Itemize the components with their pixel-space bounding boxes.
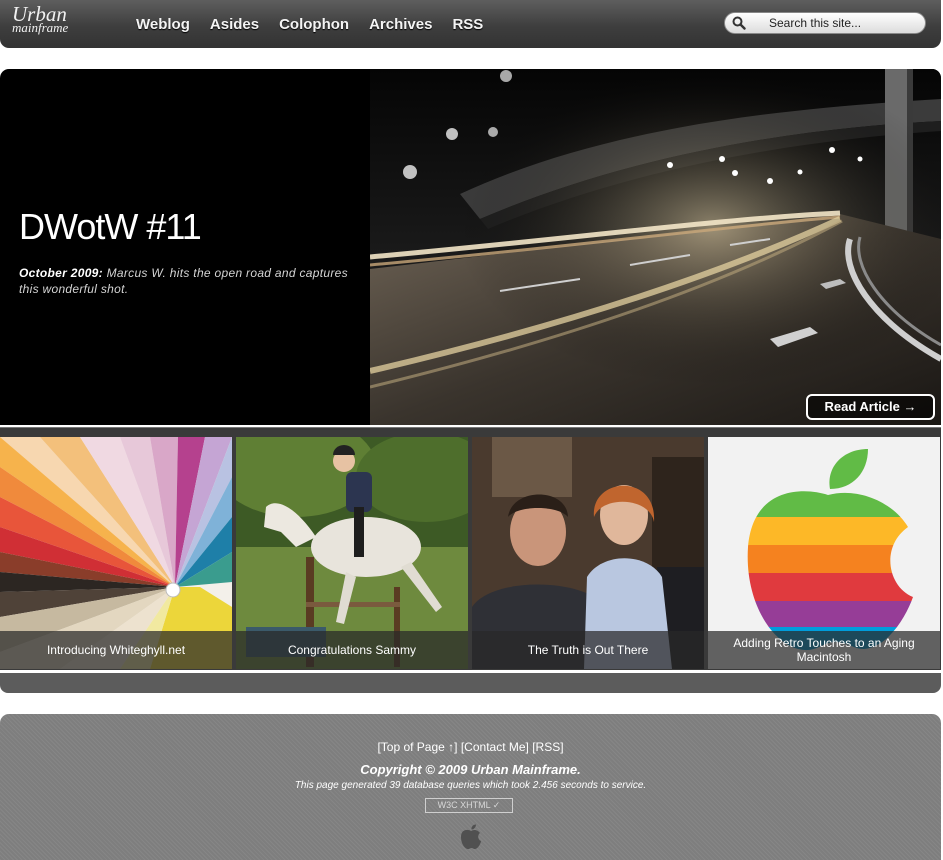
article-title[interactable]: Congratulations Sammy [236, 631, 468, 669]
w3c-xhtml-badge[interactable]: W3C XHTML ✓ [425, 798, 513, 813]
top-of-page-link[interactable]: [Top of Page ↑] [377, 740, 457, 754]
featured-article: DWotW #11 October 2009: Marcus W. hits t… [0, 69, 941, 425]
site-header: Urban mainframe Weblog Asides Colophon A… [0, 0, 941, 48]
logo-line-2: mainframe [12, 20, 69, 35]
copyright: Copyright © 2009 Urban Mainframe. [360, 762, 581, 777]
article-title[interactable]: Introducing Whiteghyll.net [0, 631, 232, 669]
site-logo[interactable]: Urban mainframe [12, 4, 69, 35]
generation-stats: This page generated 39 database queries … [294, 780, 647, 791]
search-input[interactable] [769, 15, 919, 31]
featured-date: October 2009: [19, 266, 103, 280]
article-thumb-3[interactable]: The Truth is Out There [472, 437, 704, 669]
article-thumb-2[interactable]: Congratulations Sammy [236, 437, 468, 669]
recent-articles: Introducing Whiteghyll.net Congratulatio… [0, 436, 941, 670]
article-thumb-1[interactable]: Introducing Whiteghyll.net [0, 437, 232, 669]
featured-caption: October 2009: Marcus W. hits the open ro… [19, 265, 349, 297]
search-icon[interactable] [732, 16, 746, 30]
article-thumb-4[interactable]: Adding Retro Touches to an Aging Macinto… [708, 437, 940, 669]
nav-weblog[interactable]: Weblog [136, 16, 190, 33]
rss-link[interactable]: [RSS] [532, 740, 563, 754]
search-box [724, 12, 926, 34]
footer-links: [Top of Page ↑] [Contact Me] [RSS] [0, 740, 941, 754]
content-bottom-bar [0, 672, 941, 693]
article-title[interactable]: Adding Retro Touches to an Aging Macinto… [708, 631, 940, 669]
read-article-button[interactable]: Read Article → [806, 394, 935, 420]
nav-colophon[interactable]: Colophon [279, 16, 349, 33]
featured-title[interactable]: DWotW #11 [19, 206, 202, 248]
main-nav: Weblog Asides Colophon Archives RSS [136, 16, 503, 33]
hero-divider [0, 427, 941, 436]
site-footer: [Top of Page ↑] [Contact Me] [RSS] Copyr… [0, 714, 941, 860]
nav-archives[interactable]: Archives [369, 16, 432, 33]
featured-photo[interactable] [370, 69, 941, 425]
nav-rss[interactable]: RSS [452, 16, 483, 33]
apple-icon [461, 824, 481, 849]
contact-link[interactable]: [Contact Me] [461, 740, 529, 754]
article-title[interactable]: The Truth is Out There [472, 631, 704, 669]
nav-asides[interactable]: Asides [210, 16, 259, 33]
